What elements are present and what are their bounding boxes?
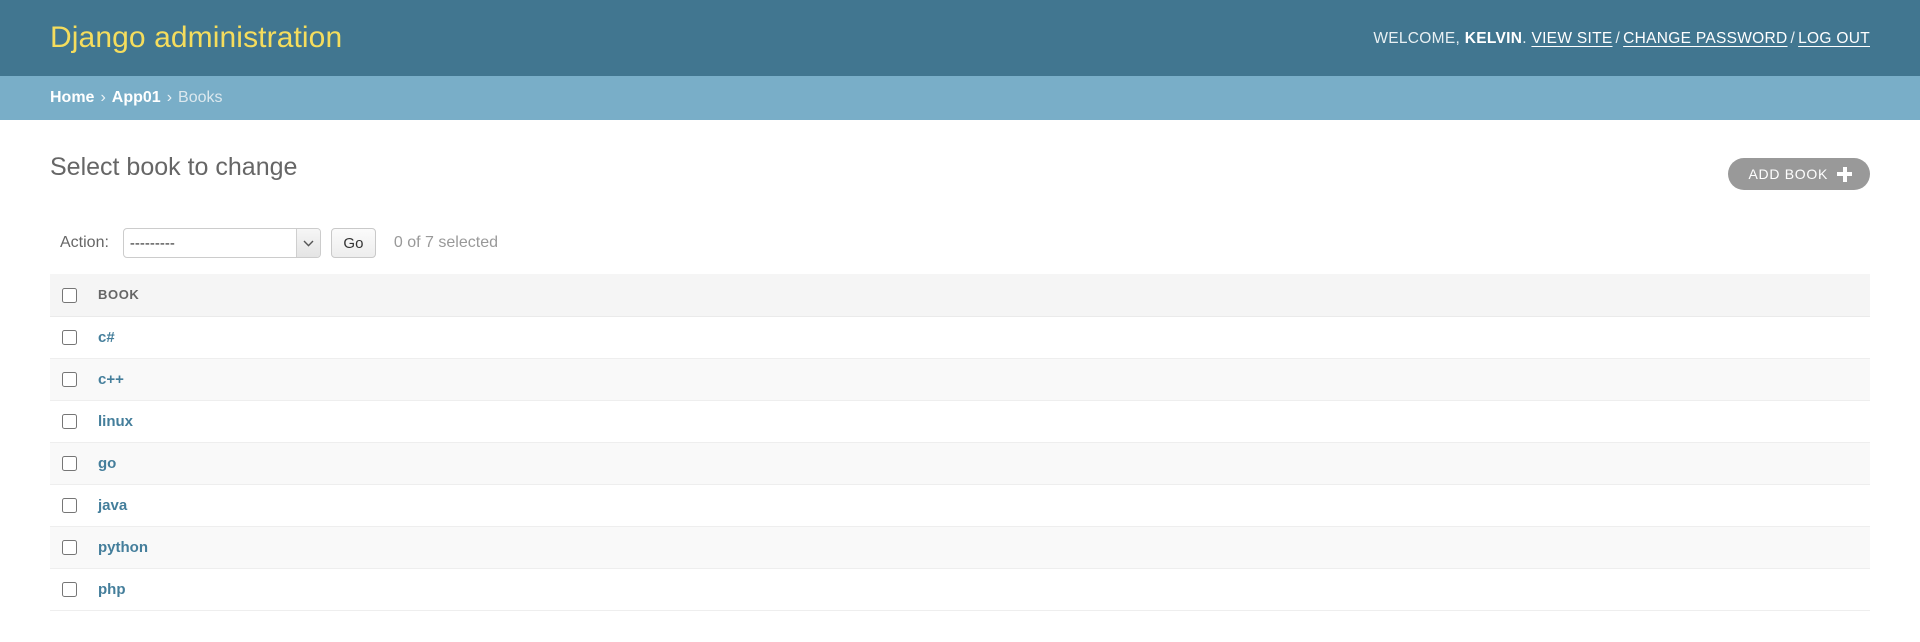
book-link[interactable]: linux bbox=[98, 413, 133, 430]
go-button[interactable]: Go bbox=[330, 228, 376, 258]
action-label: Action: bbox=[60, 234, 109, 251]
username-period: . bbox=[1522, 30, 1527, 47]
paginator-count: 7 books bbox=[50, 627, 1870, 642]
selection-counter: 0 of 7 selected bbox=[393, 234, 498, 251]
link-separator-1: / bbox=[1615, 30, 1621, 47]
breadcrumb-item-books: Books bbox=[178, 89, 223, 106]
table-row: c++ bbox=[50, 358, 1870, 401]
action-bar: Action: --------- Go 0 of 7 selected bbox=[50, 190, 1870, 274]
book-cell: go bbox=[88, 442, 1870, 485]
row-select-checkbox[interactable] bbox=[62, 372, 77, 388]
breadcrumb: Home › App01 › Books bbox=[0, 76, 1920, 120]
add-book-button[interactable]: ADD BOOK bbox=[1728, 158, 1870, 190]
row-select-cell bbox=[50, 484, 88, 527]
row-select-cell bbox=[50, 568, 88, 611]
plus-icon bbox=[1837, 166, 1852, 182]
book-cell: c# bbox=[88, 316, 1870, 359]
row-select-checkbox[interactable] bbox=[62, 330, 77, 346]
breadcrumb-item-home[interactable]: Home bbox=[50, 89, 94, 107]
branding: Django administration bbox=[50, 23, 342, 53]
row-select-checkbox[interactable] bbox=[62, 498, 77, 514]
table-row: php bbox=[50, 568, 1870, 611]
add-book-label: ADD BOOK bbox=[1748, 166, 1828, 182]
column-header-book[interactable]: BOOK bbox=[88, 274, 1870, 317]
content-area: Select book to change ADD BOOK Action: -… bbox=[0, 120, 1920, 642]
book-cell: python bbox=[88, 526, 1870, 569]
row-select-checkbox[interactable] bbox=[62, 582, 77, 598]
link-separator-2: / bbox=[1790, 30, 1796, 47]
username-label: KELVIN bbox=[1464, 30, 1523, 47]
action-select[interactable]: --------- bbox=[122, 228, 321, 258]
select-all-checkbox[interactable] bbox=[62, 287, 77, 303]
user-tools: WELCOME, KELVIN. VIEW SITE / CHANGE PASSWO… bbox=[1373, 28, 1870, 48]
table-row: python bbox=[50, 526, 1870, 569]
book-link[interactable]: c# bbox=[98, 329, 115, 346]
row-select-checkbox[interactable] bbox=[62, 456, 77, 472]
table-row: linux bbox=[50, 400, 1870, 443]
results-table-head: BOOK bbox=[50, 274, 1870, 317]
title-row: Select book to change ADD BOOK bbox=[50, 120, 1870, 190]
row-select-cell bbox=[50, 442, 88, 485]
row-select-checkbox[interactable] bbox=[62, 540, 77, 556]
select-all-header bbox=[50, 274, 88, 317]
change-password-link[interactable]: CHANGE PASSWORD bbox=[1623, 30, 1787, 47]
site-header: Django administration WELCOME, KELVIN. V… bbox=[0, 0, 1920, 76]
breadcrumb-item-app01[interactable]: App01 bbox=[112, 89, 161, 107]
table-row: go bbox=[50, 442, 1870, 485]
row-select-cell bbox=[50, 358, 88, 401]
page-title: Select book to change bbox=[50, 153, 298, 181]
breadcrumb-arrow-1: › bbox=[100, 89, 106, 106]
row-select-checkbox[interactable] bbox=[62, 414, 77, 430]
results-table-body: c# c++ linux go java python php bbox=[50, 316, 1870, 611]
book-cell: c++ bbox=[88, 358, 1870, 401]
book-link[interactable]: java bbox=[98, 497, 127, 514]
book-cell: php bbox=[88, 568, 1870, 611]
log-out-link[interactable]: LOG OUT bbox=[1798, 30, 1870, 47]
table-row: java bbox=[50, 484, 1870, 527]
row-select-cell bbox=[50, 526, 88, 569]
book-link[interactable]: python bbox=[98, 539, 148, 556]
row-select-cell bbox=[50, 316, 88, 359]
book-link[interactable]: c++ bbox=[98, 371, 124, 388]
results-table: BOOK c# c++ linux go java python php bbox=[50, 274, 1870, 611]
book-cell: linux bbox=[88, 400, 1870, 443]
site-title: Django administration bbox=[50, 21, 343, 54]
table-header-row: BOOK bbox=[50, 274, 1870, 317]
action-select-wrapper: --------- bbox=[122, 228, 321, 258]
breadcrumb-arrow-2: › bbox=[166, 89, 173, 106]
row-select-cell bbox=[50, 400, 88, 443]
book-link[interactable]: php bbox=[98, 581, 126, 598]
table-row: c# bbox=[50, 316, 1870, 359]
book-cell: java bbox=[88, 484, 1870, 527]
welcome-text: WELCOME, bbox=[1373, 30, 1461, 47]
book-link[interactable]: go bbox=[98, 455, 116, 472]
object-tools: ADD BOOK bbox=[1728, 154, 1870, 190]
view-site-link[interactable]: VIEW SITE bbox=[1531, 30, 1612, 47]
